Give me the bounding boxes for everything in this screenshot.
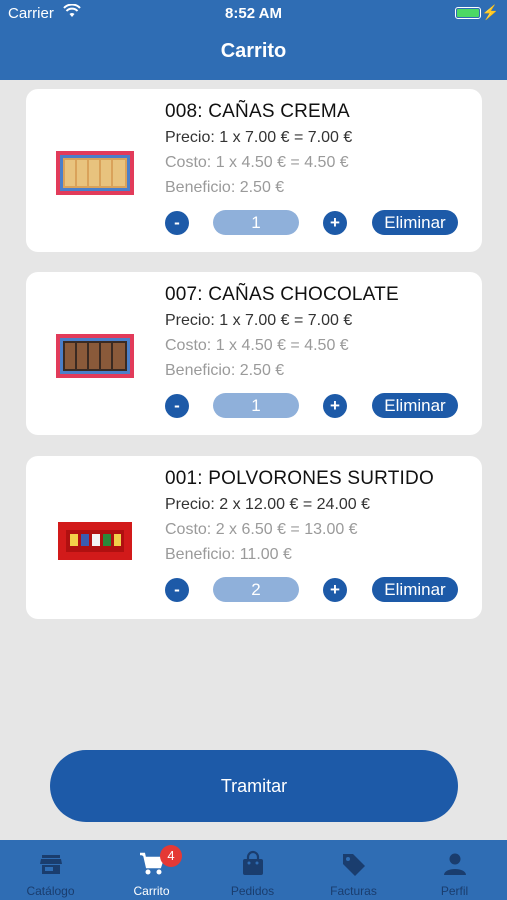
quantity-field[interactable]: 1 [213,393,299,418]
person-icon [443,853,466,875]
cart-item-card: 007: CAÑAS CHOCOLATE Precio: 1 x 7.00 € … [26,272,482,435]
increase-quantity-button[interactable]: + [323,394,347,418]
product-profit: Beneficio: 11.00 € [165,546,292,563]
decrease-quantity-button[interactable]: - [165,211,189,235]
tab-catalogo[interactable]: Catálogo [0,840,101,900]
product-name: 001: POLVORONES SURTIDO [165,468,434,489]
tab-pedidos[interactable]: Pedidos [202,840,303,900]
product-profit: Beneficio: 2.50 € [165,362,285,379]
product-cost: Costo: 2 x 6.50 € = 13.00 € [165,521,358,538]
bag-icon [242,850,263,875]
header-bar: Carrier 8:52 AM ⚡ Carrito [0,0,507,80]
store-icon [39,855,62,874]
tab-label: Pedidos [230,884,275,898]
status-bar: Carrier 8:52 AM ⚡ [0,0,507,28]
tab-facturas[interactable]: Facturas [303,840,404,900]
tab-label: Catálogo [26,884,75,898]
tab-perfil[interactable]: Perfil [404,840,505,900]
product-price: Precio: 1 x 7.00 € = 7.00 € [165,129,353,146]
tag-icon [342,854,365,876]
product-image [56,151,134,195]
product-cost: Costo: 1 x 4.50 € = 4.50 € [165,337,349,354]
quantity-field[interactable]: 1 [213,210,299,235]
increase-quantity-button[interactable]: + [323,211,347,235]
tab-bar: Catálogo 4 Carrito Pedidos Facturas Perf… [0,840,507,900]
remove-item-button[interactable]: Eliminar [372,577,458,602]
increase-quantity-button[interactable]: + [323,578,347,602]
clock: 8:52 AM [225,5,282,22]
product-profit: Beneficio: 2.50 € [165,179,285,196]
remove-item-button[interactable]: Eliminar [372,393,458,418]
product-image [58,522,132,560]
product-image [56,334,134,378]
charging-icon: ⚡ [481,4,499,20]
tab-label: Carrito [133,884,170,898]
page-title: Carrito [220,40,287,62]
decrease-quantity-button[interactable]: - [165,578,189,602]
tab-label: Facturas [330,884,377,898]
cart-count-badge: 4 [160,845,182,867]
decrease-quantity-button[interactable]: - [165,394,189,418]
product-name: 008: CAÑAS CREMA [165,101,350,122]
product-price: Precio: 1 x 7.00 € = 7.00 € [165,312,353,329]
quantity-field[interactable]: 2 [213,577,299,602]
tab-carrito[interactable]: 4 Carrito [101,840,202,900]
product-price: Precio: 2 x 12.00 € = 24.00 € [165,496,371,513]
tab-label: Perfil [440,884,469,898]
cart-item-card: 001: POLVORONES SURTIDO Precio: 2 x 12.0… [26,456,482,619]
checkout-button[interactable]: Tramitar [50,750,458,822]
battery-icon [455,7,481,19]
product-name: 007: CAÑAS CHOCOLATE [165,284,399,305]
cart-item-card: 008: CAÑAS CREMA Precio: 1 x 7.00 € = 7.… [26,89,482,252]
product-cost: Costo: 1 x 4.50 € = 4.50 € [165,154,349,171]
remove-item-button[interactable]: Eliminar [372,210,458,235]
